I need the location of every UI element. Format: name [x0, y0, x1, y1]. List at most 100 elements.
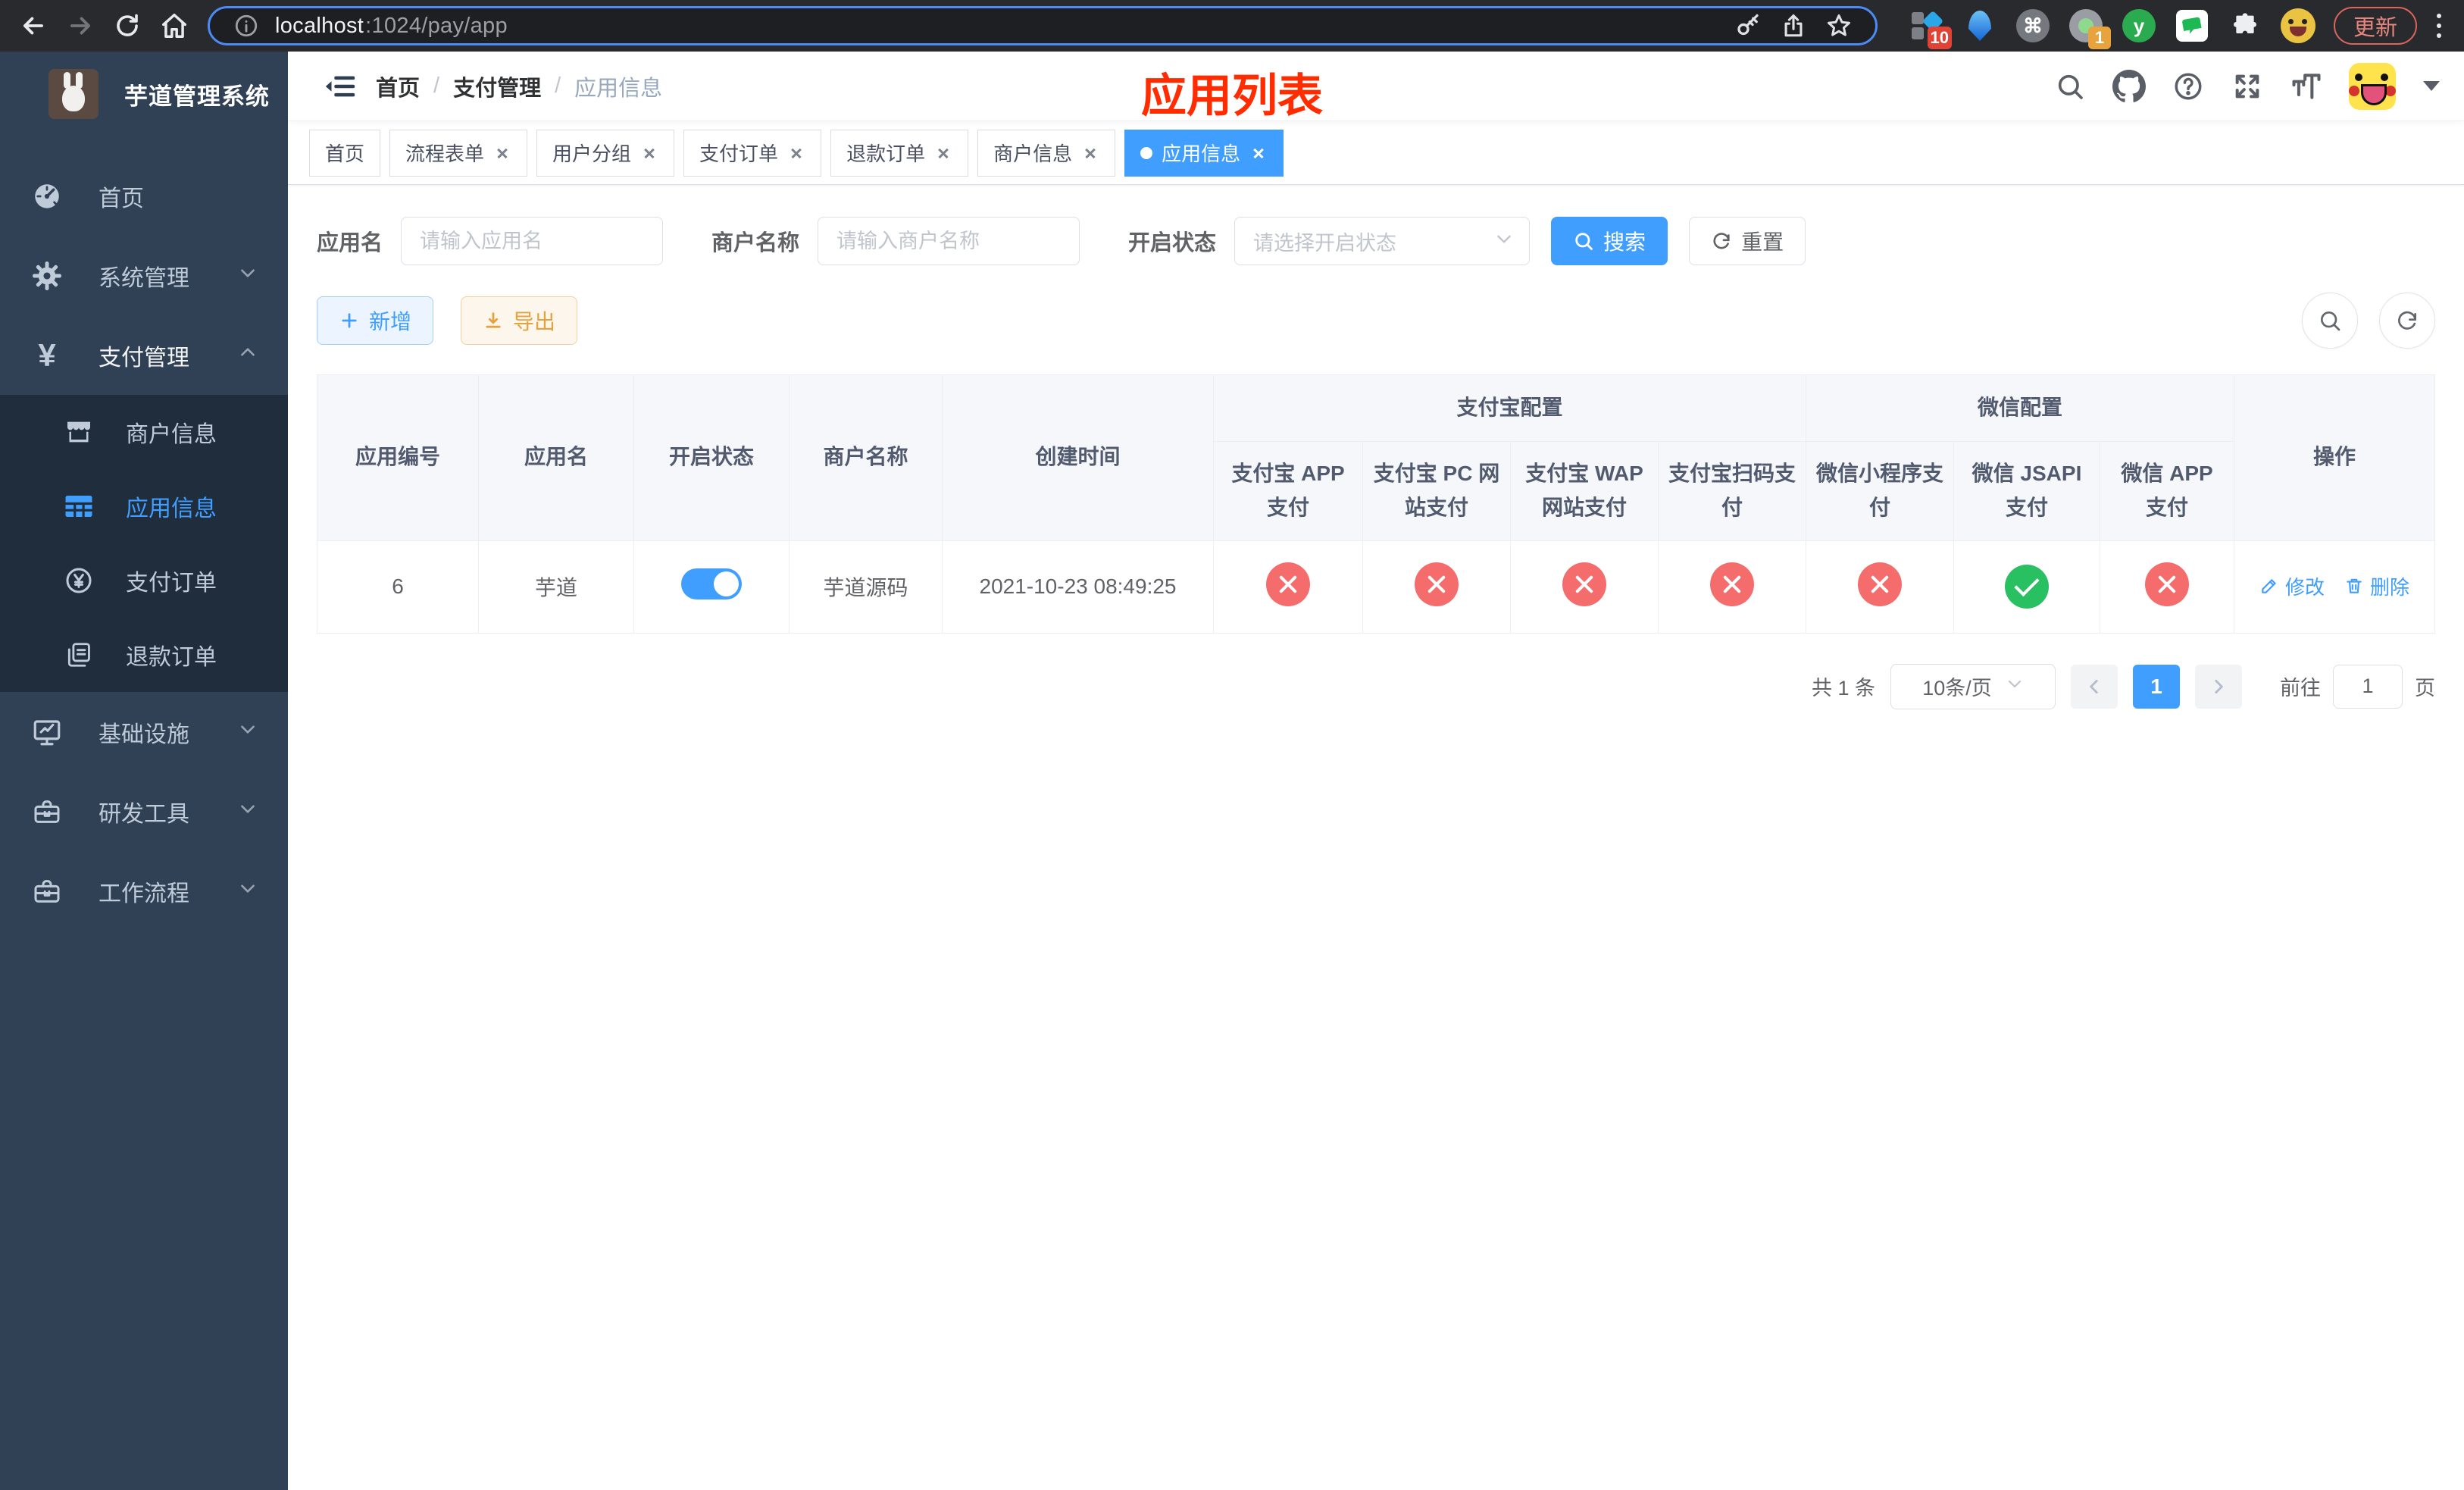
col-alipay-app: 支付宝 APP 支付: [1213, 441, 1363, 541]
sidebar-item-merchant-info[interactable]: 商户信息: [0, 395, 288, 469]
tab-pay-order[interactable]: 支付订单: [683, 129, 822, 177]
tab-merchant-info[interactable]: 商户信息: [977, 129, 1116, 177]
col-status: 开启状态: [633, 374, 790, 541]
extension-y-icon[interactable]: y: [2122, 8, 2156, 43]
edit-link[interactable]: 修改: [2259, 572, 2325, 600]
reset-button[interactable]: 重置: [1689, 217, 1806, 265]
close-icon[interactable]: [1081, 144, 1099, 162]
extension-pin-icon[interactable]: [1962, 8, 1997, 43]
back-icon[interactable]: [12, 6, 55, 45]
site-info-icon[interactable]: [230, 9, 263, 42]
font-size-icon[interactable]: [2290, 70, 2323, 103]
yen-icon: ¥: [38, 337, 56, 373]
breadcrumb-payment[interactable]: 支付管理: [453, 70, 541, 102]
next-page-button[interactable]: [2195, 664, 2242, 709]
col-wx-jsapi: 微信 JSAPI 支付: [1953, 441, 2101, 541]
col-merchant: 商户名称: [789, 374, 943, 541]
close-icon[interactable]: [1249, 144, 1268, 162]
extension-chat-icon[interactable]: [2175, 8, 2209, 43]
gear-icon: [27, 260, 67, 292]
alipay-qr-status-icon: [1710, 562, 1754, 606]
sidebar-item-app-info[interactable]: 应用信息: [0, 469, 288, 543]
col-app-name: 应用名: [478, 374, 634, 541]
goto-page-input[interactable]: [2333, 664, 2403, 709]
browser-menu-icon[interactable]: [2426, 8, 2452, 43]
sidebar-collapse-icon[interactable]: [323, 68, 359, 105]
tab-process-form[interactable]: 流程表单: [389, 129, 528, 177]
app-logo: [48, 69, 98, 119]
prev-page-button[interactable]: [2071, 664, 2118, 709]
merchant-name-input[interactable]: [818, 217, 1080, 265]
app-logo-row[interactable]: 芋道管理系统: [0, 52, 288, 136]
sidebar-item-refund-order[interactable]: 退款订单: [0, 618, 288, 692]
alipay-app-status-icon: [1266, 562, 1310, 606]
col-wx-app: 微信 APP 支付: [2100, 441, 2235, 541]
search-icon[interactable]: [2053, 70, 2087, 103]
close-icon[interactable]: [493, 144, 511, 162]
chevron-down-icon: [1494, 229, 1514, 254]
fullscreen-icon[interactable]: [2231, 70, 2264, 103]
breadcrumb-home[interactable]: 首页: [376, 70, 420, 102]
monitor-icon: [27, 716, 67, 748]
github-icon[interactable]: [2112, 69, 2146, 103]
documents-icon: [59, 640, 98, 669]
sidebar-item-infrastructure[interactable]: 基础设施: [0, 692, 288, 772]
refresh-button[interactable]: [2379, 293, 2435, 349]
breadcrumb: 首页 / 支付管理 / 应用信息: [376, 70, 662, 102]
delete-link[interactable]: 删除: [2344, 572, 2409, 600]
extension-badge: 1: [2087, 27, 2111, 49]
search-button[interactable]: 搜索: [1551, 217, 1668, 265]
col-group-alipay: 支付宝配置: [1212, 374, 1807, 442]
add-button[interactable]: 新增: [317, 296, 434, 345]
bookmark-star-icon[interactable]: [1822, 9, 1856, 42]
extension-tiles-icon[interactable]: 10: [1909, 8, 1952, 49]
tab-user-group[interactable]: 用户分组: [536, 129, 675, 177]
tab-home[interactable]: 首页: [309, 129, 381, 177]
cell-merchant: 芋道源码: [789, 540, 943, 634]
help-icon[interactable]: [2172, 70, 2205, 103]
toggle-search-button[interactable]: [2302, 293, 2358, 349]
top-navbar: 首页 / 支付管理 / 应用信息: [288, 52, 2464, 121]
page-number-1[interactable]: 1: [2133, 664, 2180, 709]
sidebar-item-system[interactable]: 系统管理: [0, 236, 288, 315]
page-size-select[interactable]: 10条/页: [1890, 663, 2056, 709]
status-label: 开启状态: [1128, 231, 1217, 255]
profile-avatar-icon[interactable]: [2280, 8, 2315, 43]
cell-status: [633, 540, 790, 634]
dashboard-icon: [27, 180, 67, 212]
sidebar: 芋道管理系统 首页 系统管理 ¥ 支付管理 商户信息 应用信息 支付订单 退款订…: [0, 52, 288, 1490]
alipay-pc-status-icon: [1415, 562, 1459, 606]
reload-icon[interactable]: [106, 6, 149, 45]
extensions-puzzle-icon[interactable]: [2228, 8, 2262, 43]
col-group-wechat: 微信配置: [1806, 374, 2235, 442]
page-title: 应用列表: [1141, 70, 1323, 121]
password-key-icon[interactable]: [1731, 9, 1765, 42]
sidebar-item-home[interactable]: 首页: [0, 156, 288, 236]
chevron-down-icon: [238, 263, 258, 289]
extension-command-icon[interactable]: ⌘: [2015, 8, 2050, 43]
home-icon[interactable]: [153, 6, 195, 45]
sidebar-item-pay-order[interactable]: 支付订单: [0, 543, 288, 618]
address-bar[interactable]: localhost :1024/pay/app: [208, 6, 1878, 45]
user-avatar[interactable]: [2349, 62, 2396, 110]
tab-refund-order[interactable]: 退款订单: [830, 129, 969, 177]
col-alipay-pc: 支付宝 PC 网站支付: [1362, 441, 1511, 541]
tab-app-info[interactable]: 应用信息: [1124, 129, 1284, 177]
status-toggle[interactable]: [681, 568, 742, 600]
close-icon[interactable]: [934, 144, 952, 162]
extension-recorder-icon[interactable]: 1: [2068, 8, 2111, 49]
export-button[interactable]: 导出: [461, 296, 578, 345]
pagination: 共 1 条 10条/页 1 前往 页: [317, 663, 2435, 709]
avatar-caret-icon[interactable]: [2423, 81, 2440, 91]
app-name-input[interactable]: [401, 217, 664, 265]
close-icon[interactable]: [787, 144, 805, 162]
browser-update-button[interactable]: 更新: [2333, 7, 2417, 45]
forward-icon[interactable]: [59, 6, 102, 45]
search-form: 应用名 商户名称 开启状态 请选择开启状态 搜索: [317, 217, 2435, 265]
sidebar-item-payment[interactable]: ¥ 支付管理: [0, 315, 288, 395]
sidebar-item-dev-tools[interactable]: 研发工具: [0, 772, 288, 851]
share-icon[interactable]: [1777, 9, 1810, 42]
status-select[interactable]: 请选择开启状态: [1234, 217, 1531, 265]
close-icon[interactable]: [640, 144, 658, 162]
sidebar-item-workflow[interactable]: 工作流程: [0, 851, 288, 931]
